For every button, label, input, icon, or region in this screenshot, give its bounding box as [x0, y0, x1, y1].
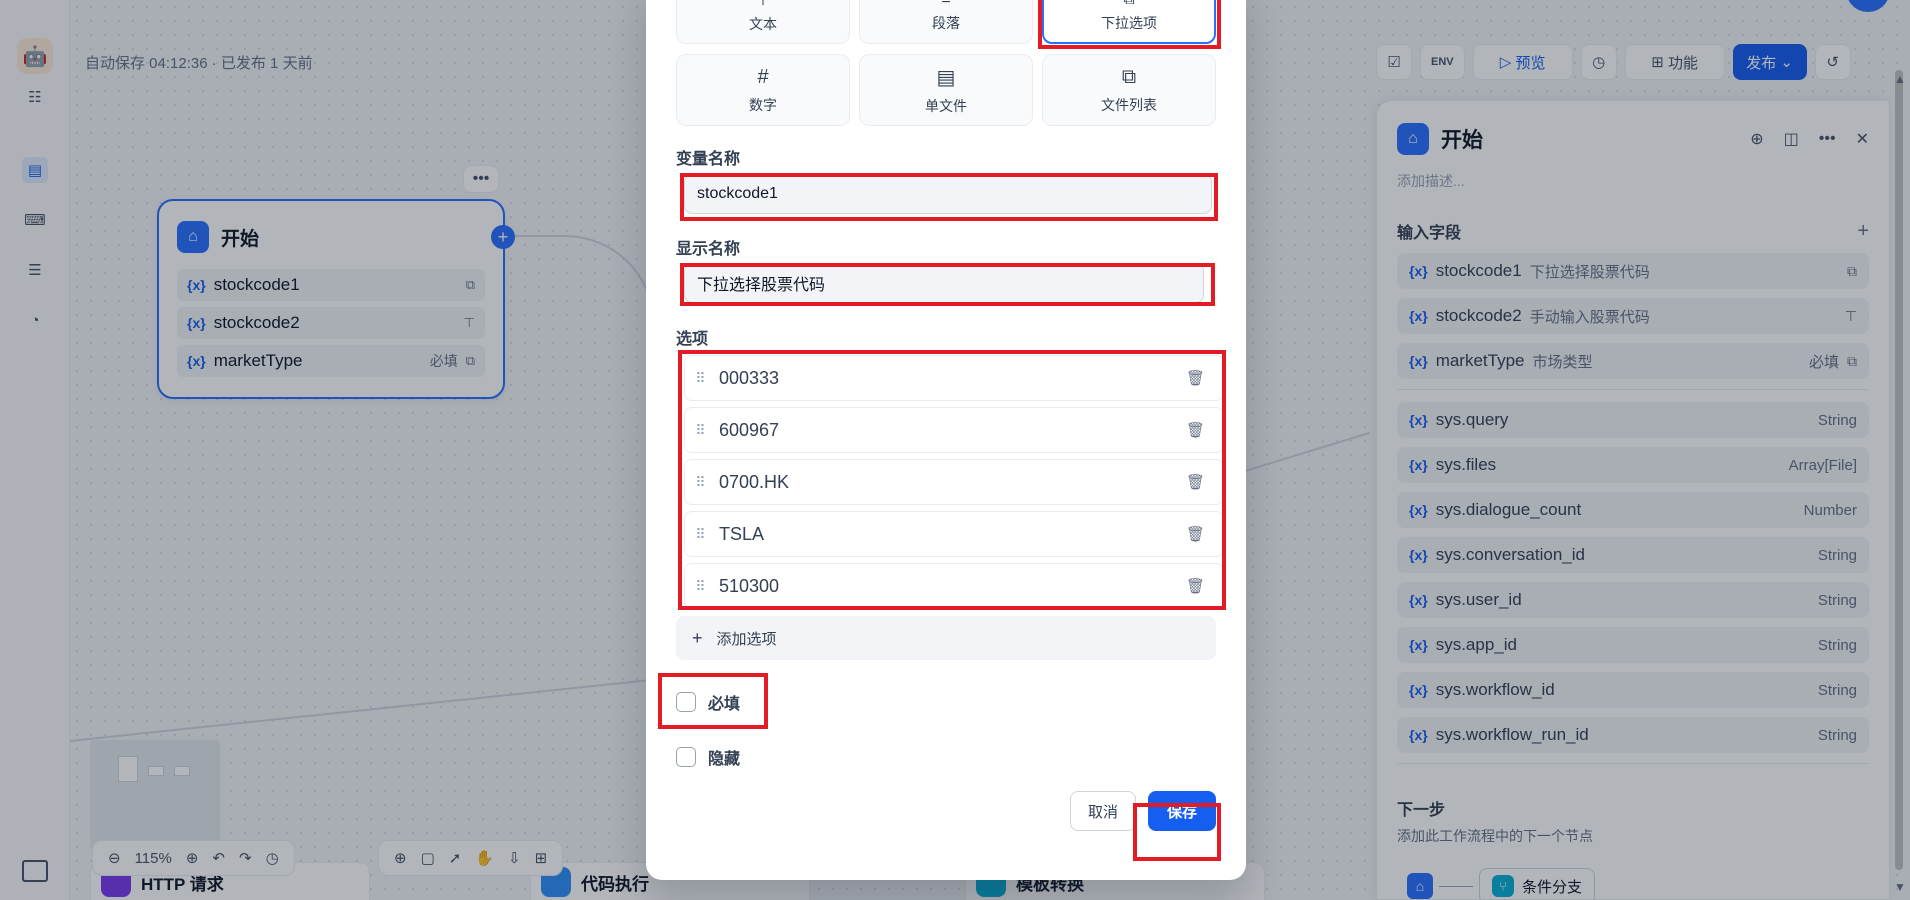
drag-handle-icon[interactable]: ⠿: [685, 526, 715, 543]
type-file-button[interactable]: ▤ 单文件: [859, 54, 1033, 126]
hidden-label: 隐藏: [708, 751, 741, 768]
add-option-label: 添加选项: [716, 630, 777, 648]
required-label: 必填: [708, 696, 741, 713]
drag-handle-icon[interactable]: ⠿: [685, 422, 715, 439]
required-checkbox[interactable]: [676, 692, 696, 712]
select-icon: ⧉: [1123, 0, 1134, 9]
type-label: 文本: [749, 16, 777, 32]
type-label: 数字: [749, 96, 777, 113]
drag-handle-icon[interactable]: ⠿: [685, 370, 715, 387]
drag-handle-icon[interactable]: ⠿: [685, 474, 715, 491]
variable-name-input[interactable]: [684, 174, 1212, 214]
plus-icon: +: [692, 627, 703, 648]
paragraph-icon: ≡: [941, 0, 950, 9]
type-label: 下拉选项: [1101, 15, 1157, 31]
type-label: 单文件: [925, 97, 967, 114]
hidden-checkbox[interactable]: [676, 747, 696, 767]
file-list-icon: ⧉: [1121, 65, 1137, 88]
trash-icon[interactable]: 🗑: [1186, 369, 1205, 387]
trash-icon[interactable]: 🗑: [1186, 421, 1205, 439]
option-item[interactable]: ⠿ TSLA 🗑: [684, 511, 1224, 557]
required-checkbox-row[interactable]: 必填: [676, 690, 740, 714]
text-type-icon: ⊤: [756, 0, 770, 9]
type-number-button[interactable]: # 数字: [676, 54, 850, 126]
type-file-list-button[interactable]: ⧉ 文件列表: [1042, 54, 1216, 126]
variable-name-label: 变量名称: [676, 151, 741, 168]
option-item[interactable]: ⠿ 510300 🗑: [684, 563, 1224, 609]
type-select-button[interactable]: ⧉ 下拉选项: [1042, 0, 1216, 44]
option-value[interactable]: 510300: [719, 576, 779, 597]
trash-icon[interactable]: 🗑: [1186, 473, 1205, 491]
option-value[interactable]: 0700.HK: [719, 472, 789, 493]
option-value[interactable]: TSLA: [719, 524, 764, 545]
option-item[interactable]: ⠿ 0700.HK 🗑: [684, 459, 1224, 505]
type-paragraph-button[interactable]: ≡ 段落: [859, 0, 1033, 44]
save-button[interactable]: 保存: [1148, 791, 1216, 831]
trash-icon[interactable]: 🗑: [1186, 525, 1205, 543]
cancel-button[interactable]: 取消: [1070, 791, 1136, 831]
type-label: 段落: [932, 15, 960, 31]
options-label: 选项: [676, 331, 709, 348]
option-value[interactable]: 600967: [719, 420, 779, 441]
add-option-button[interactable]: + 添加选项: [676, 616, 1216, 660]
trash-icon[interactable]: 🗑: [1186, 577, 1205, 595]
option-item[interactable]: ⠿ 000333 🗑: [684, 355, 1224, 401]
option-item[interactable]: ⠿ 600967 🗑: [684, 407, 1224, 453]
hidden-checkbox-row[interactable]: 隐藏: [676, 745, 740, 769]
edit-variable-dialog: ⊤ 文本 ≡ 段落 ⧉ 下拉选项 # 数字 ▤ 单文件 ⧉ 文件列表 变量名称 …: [646, 0, 1246, 880]
display-name-input[interactable]: [684, 263, 1204, 303]
hash-icon: #: [757, 65, 769, 88]
type-label: 文件列表: [1101, 96, 1157, 113]
display-name-label: 显示名称: [676, 241, 741, 258]
option-value[interactable]: 000333: [719, 368, 779, 389]
drag-handle-icon[interactable]: ⠿: [685, 578, 715, 595]
file-icon: ▤: [936, 66, 956, 89]
type-text-button[interactable]: ⊤ 文本: [676, 0, 850, 44]
